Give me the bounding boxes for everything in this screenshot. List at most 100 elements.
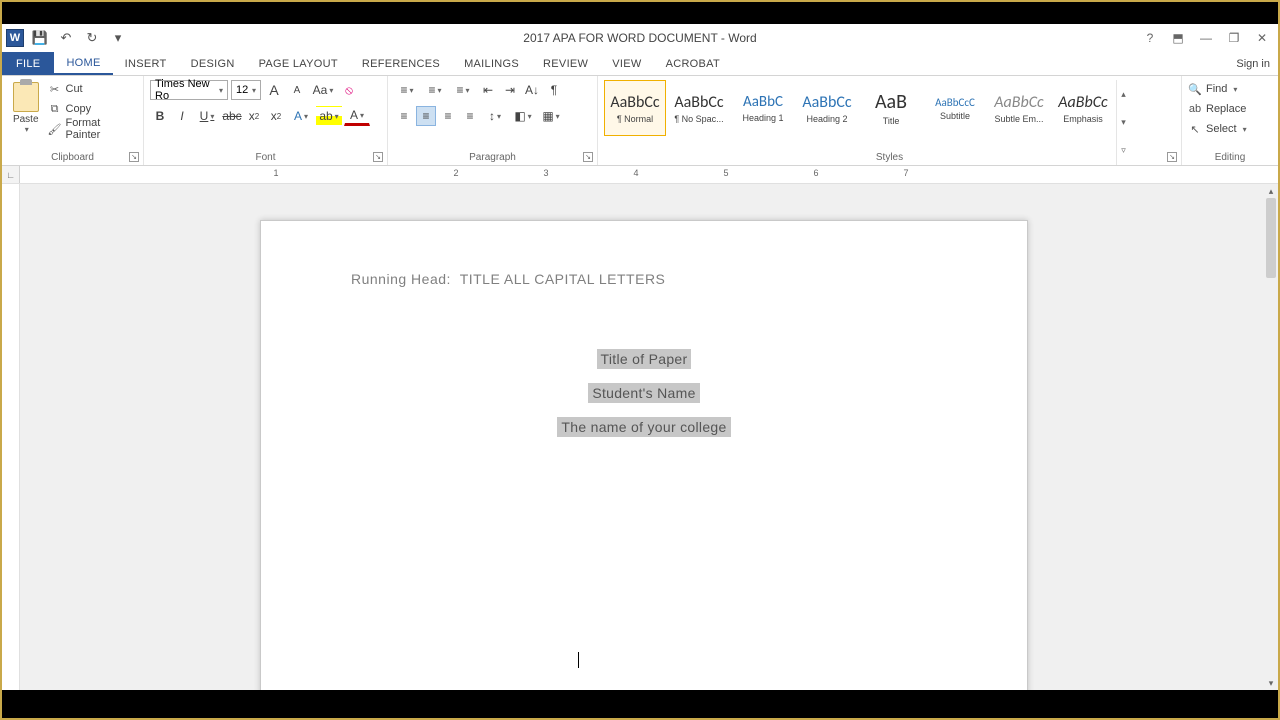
- tab-references[interactable]: REFERENCES: [350, 52, 452, 75]
- scroll-up-button[interactable]: ▴: [1264, 184, 1278, 198]
- ruler-vertical[interactable]: [2, 184, 20, 690]
- cursor-icon: ↖: [1188, 122, 1202, 136]
- bold-button[interactable]: B: [150, 106, 170, 126]
- superscript-button[interactable]: x2: [266, 106, 286, 126]
- numbering-button[interactable]: ≡▾: [422, 80, 448, 100]
- tab-home[interactable]: HOME: [54, 52, 112, 75]
- shading-button[interactable]: ◧▾: [510, 106, 536, 126]
- tab-page-layout[interactable]: PAGE LAYOUT: [247, 52, 350, 75]
- tab-view[interactable]: VIEW: [600, 52, 653, 75]
- chevron-down-icon: ▾: [25, 125, 29, 134]
- clipboard-dialog-launcher[interactable]: ↘: [129, 152, 139, 162]
- replace-icon: ab: [1188, 102, 1202, 116]
- chevron-down-icon: ▾: [1233, 85, 1237, 94]
- text-effects-button[interactable]: A▾: [288, 106, 314, 126]
- styles-dialog-launcher[interactable]: ↘: [1167, 152, 1177, 162]
- ruler-tick-label: 4: [633, 168, 638, 178]
- scrollbar-vertical[interactable]: ▴ ▾: [1264, 184, 1278, 690]
- shrink-font-button[interactable]: A: [287, 80, 307, 100]
- tab-acrobat[interactable]: Acrobat: [654, 52, 732, 75]
- show-marks-button[interactable]: ¶: [544, 80, 564, 100]
- paste-icon: [13, 82, 39, 112]
- style-no-spacing[interactable]: AaBbCc¶ No Spac...: [668, 80, 730, 136]
- align-left-button[interactable]: ≡: [394, 106, 414, 126]
- save-button[interactable]: 💾: [30, 28, 50, 48]
- group-clipboard: Paste ▾ ✂Cut ⧉Copy 🖌Format Painter Clipb…: [2, 76, 144, 165]
- running-head-label: Running Head:: [351, 271, 451, 287]
- select-button[interactable]: ↖Select▾: [1188, 120, 1247, 138]
- multilevel-list-button[interactable]: ≡▾: [450, 80, 476, 100]
- running-head[interactable]: Running Head: TITLE ALL CAPITAL LETTERS: [351, 271, 937, 287]
- underline-button[interactable]: U▾: [194, 106, 220, 126]
- increase-indent-button[interactable]: ⇥: [500, 80, 520, 100]
- ruler-tick-label: 2: [453, 168, 458, 178]
- format-painter-button[interactable]: 🖌Format Painter: [48, 120, 138, 138]
- align-center-button[interactable]: ≡: [416, 106, 436, 126]
- restore-button[interactable]: ❐: [1222, 28, 1246, 48]
- title-block[interactable]: Title of Paper Student's Name The name o…: [351, 349, 937, 437]
- font-name-combo[interactable]: Times New Ro▾: [150, 80, 228, 100]
- doc-title-of-paper: Title of Paper: [597, 349, 692, 369]
- highlight-button[interactable]: ab▾: [316, 106, 342, 126]
- chevron-down-icon: ▾: [1117, 108, 1130, 136]
- sort-button[interactable]: A↓: [522, 80, 542, 100]
- tab-insert[interactable]: INSERT: [113, 52, 179, 75]
- titlebar: W 💾 ↶ ↻ ▾ 2017 APA FOR WORD DOCUMENT - W…: [2, 24, 1278, 52]
- font-color-button[interactable]: A▾: [344, 106, 370, 126]
- minimize-button[interactable]: —: [1194, 28, 1218, 48]
- qat-customize-button[interactable]: ▾: [108, 28, 128, 48]
- style-heading-2[interactable]: AaBbCcHeading 2: [796, 80, 858, 136]
- strikethrough-button[interactable]: abc: [222, 106, 242, 126]
- word-app-icon[interactable]: W: [6, 29, 24, 47]
- subscript-button[interactable]: x2: [244, 106, 264, 126]
- doc-student-name: Student's Name: [588, 383, 699, 403]
- tab-design[interactable]: DESIGN: [179, 52, 247, 75]
- document-page[interactable]: Running Head: TITLE ALL CAPITAL LETTERS …: [260, 220, 1028, 690]
- font-dialog-launcher[interactable]: ↘: [373, 152, 383, 162]
- italic-button[interactable]: I: [172, 106, 192, 126]
- copy-label: Copy: [66, 103, 92, 115]
- font-size-combo[interactable]: 12▾: [231, 80, 261, 100]
- copy-button[interactable]: ⧉Copy: [48, 100, 138, 118]
- borders-button[interactable]: ▦▾: [538, 106, 564, 126]
- tab-selector[interactable]: ∟: [2, 166, 20, 183]
- change-case-button[interactable]: Aa▾: [310, 80, 336, 100]
- undo-button[interactable]: ↶: [56, 28, 76, 48]
- ruler-horizontal[interactable]: ∟ 1 2 3 4 5 6 7: [2, 166, 1278, 184]
- bullets-button[interactable]: ≡▾: [394, 80, 420, 100]
- ribbon-display-options-button[interactable]: ⬒: [1166, 28, 1190, 48]
- paragraph-dialog-launcher[interactable]: ↘: [583, 152, 593, 162]
- tab-review[interactable]: REVIEW: [531, 52, 600, 75]
- close-button[interactable]: ✕: [1250, 28, 1274, 48]
- tab-mailings[interactable]: MAILINGS: [452, 52, 531, 75]
- align-right-button[interactable]: ≡: [438, 106, 458, 126]
- document-area[interactable]: Running Head: TITLE ALL CAPITAL LETTERS …: [2, 184, 1278, 690]
- style-subtitle[interactable]: AaBbCcCSubtitle: [924, 80, 986, 136]
- style-subtle-emphasis[interactable]: AaBbCcSubtle Em...: [988, 80, 1050, 136]
- clear-formatting-button[interactable]: ⦸: [339, 80, 359, 100]
- scroll-down-button[interactable]: ▾: [1264, 676, 1278, 690]
- group-paragraph-label: Paragraph: [388, 152, 597, 163]
- help-button[interactable]: ?: [1138, 28, 1162, 48]
- redo-button[interactable]: ↻: [82, 28, 102, 48]
- style-heading-1[interactable]: AaBbCHeading 1: [732, 80, 794, 136]
- sign-in-link[interactable]: Sign in: [1228, 52, 1278, 75]
- replace-button[interactable]: abReplace: [1188, 100, 1247, 118]
- justify-button[interactable]: ≡: [460, 106, 480, 126]
- decrease-indent-button[interactable]: ⇤: [478, 80, 498, 100]
- find-button[interactable]: 🔍Find▾: [1188, 80, 1247, 98]
- style-emphasis[interactable]: AaBbCcEmphasis: [1052, 80, 1114, 136]
- window-title: 2017 APA FOR WORD DOCUMENT - Word: [2, 31, 1278, 45]
- font-size-value: 12: [236, 84, 248, 96]
- ruler-tick-label: 7: [903, 168, 908, 178]
- grow-font-button[interactable]: A: [264, 80, 284, 100]
- chevron-down-icon: ▾: [1243, 125, 1247, 134]
- group-editing-label: Editing: [1182, 152, 1278, 163]
- style-title[interactable]: AaBTitle: [860, 80, 922, 136]
- style-normal[interactable]: AaBbCc¶ Normal: [604, 80, 666, 136]
- cut-button[interactable]: ✂Cut: [48, 80, 138, 98]
- tab-file[interactable]: FILE: [2, 52, 54, 75]
- scroll-thumb[interactable]: [1266, 198, 1276, 278]
- line-spacing-button[interactable]: ↕▾: [482, 106, 508, 126]
- scissors-icon: ✂: [48, 82, 62, 96]
